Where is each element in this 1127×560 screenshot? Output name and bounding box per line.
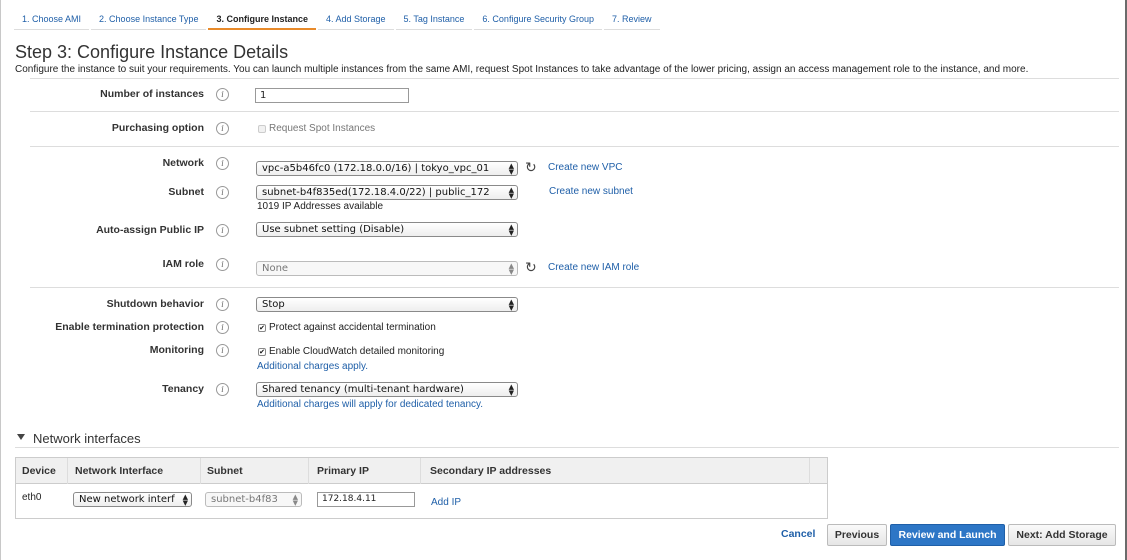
termination-protection-label: Enable termination protection bbox=[55, 321, 204, 333]
column-header-primary-ip: Primary IP bbox=[311, 458, 421, 484]
network-select-value: vpc-a5b46fc0 (172.18.0.0/16) | tokyo_vpc… bbox=[262, 163, 490, 174]
divider bbox=[30, 78, 1119, 79]
network-label: Network bbox=[162, 157, 204, 169]
public-ip-label: Auto-assign Public IP bbox=[96, 224, 204, 236]
monitoring-label: Monitoring bbox=[149, 344, 204, 356]
collapse-triangle-icon[interactable] bbox=[17, 434, 25, 440]
public-ip-select[interactable]: Use subnet setting (Disable) ▲ ▼ bbox=[256, 222, 518, 237]
table-header: Device Network Interface Subnet Primary … bbox=[16, 458, 827, 484]
primary-ip-input[interactable]: 172.18.4.11 bbox=[317, 492, 415, 507]
network-interface-select[interactable]: New network interf ▲ ▼ bbox=[73, 492, 192, 507]
create-vpc-link[interactable]: Create new VPC bbox=[548, 162, 622, 173]
review-and-launch-button[interactable]: Review and Launch bbox=[890, 524, 1005, 546]
page-title: Step 3: Configure Instance Details bbox=[15, 42, 289, 62]
public-ip-select-value: Use subnet setting (Disable) bbox=[262, 224, 405, 235]
tab-add-storage[interactable]: 4. Add Storage bbox=[317, 8, 394, 30]
info-icon[interactable]: i bbox=[216, 157, 229, 170]
refresh-icon[interactable]: ↻ bbox=[525, 260, 537, 274]
cancel-button[interactable]: Cancel bbox=[781, 528, 815, 540]
select-arrows-icon: ▲ ▼ bbox=[508, 185, 514, 200]
info-icon[interactable]: i bbox=[216, 383, 229, 396]
create-iam-role-link[interactable]: Create new IAM role bbox=[548, 262, 639, 273]
info-icon[interactable]: i bbox=[216, 88, 229, 101]
divider bbox=[30, 111, 1119, 112]
spot-instances-label: Request Spot Instances bbox=[269, 123, 376, 134]
select-arrows-icon: ▲ ▼ bbox=[508, 161, 514, 176]
select-arrows-icon: ▲ ▼ bbox=[508, 261, 514, 276]
network-interfaces-heading[interactable]: Network interfaces bbox=[33, 431, 141, 446]
next-add-storage-button[interactable]: Next: Add Storage bbox=[1008, 524, 1116, 546]
subnet-select[interactable]: subnet-b4f835ed(172.18.4.0/22) | public_… bbox=[256, 185, 518, 200]
info-icon[interactable]: i bbox=[216, 186, 229, 199]
info-icon[interactable]: i bbox=[216, 298, 229, 311]
info-icon[interactable]: i bbox=[216, 258, 229, 271]
divider bbox=[15, 447, 1119, 448]
select-arrows-icon: ▲ ▼ bbox=[508, 222, 514, 237]
num-instances-label: Number of instances bbox=[100, 88, 204, 100]
subnet-cell-value: subnet-b4f83 bbox=[211, 494, 278, 505]
window-left-edge bbox=[0, 0, 1, 560]
info-icon[interactable]: i bbox=[216, 344, 229, 357]
monitoring-charges-link[interactable]: Additional charges apply. bbox=[257, 361, 368, 372]
add-ip-link[interactable]: Add IP bbox=[431, 497, 461, 508]
column-header-secondary-ip: Secondary IP addresses bbox=[424, 458, 810, 484]
tab-configure-security-group[interactable]: 6. Configure Security Group bbox=[474, 8, 602, 30]
column-header-subnet: Subnet bbox=[201, 458, 309, 484]
purchasing-option-label: Purchasing option bbox=[111, 122, 204, 134]
tab-tag-instance[interactable]: 5. Tag Instance bbox=[395, 8, 473, 30]
info-icon[interactable]: i bbox=[216, 224, 229, 237]
network-interfaces-table: Device Network Interface Subnet Primary … bbox=[15, 457, 828, 519]
refresh-icon[interactable]: ↻ bbox=[525, 160, 537, 174]
subnet-cell-select[interactable]: subnet-b4f83 ▲ ▼ bbox=[205, 492, 302, 507]
num-instances-input[interactable]: 1 bbox=[255, 88, 409, 103]
tenancy-select-value: Shared tenancy (multi-tenant hardware) bbox=[262, 384, 464, 395]
monitoring-checkbox[interactable]: ✔ bbox=[258, 348, 266, 356]
termination-protection-text: Protect against accidental termination bbox=[269, 322, 436, 333]
column-header-device: Device bbox=[16, 458, 68, 484]
spot-instances-checkbox[interactable] bbox=[258, 125, 266, 133]
wizard-tabs: 1. Choose AMI 2. Choose Instance Type 3.… bbox=[14, 8, 662, 30]
tab-configure-instance[interactable]: 3. Configure Instance bbox=[208, 8, 316, 30]
divider bbox=[30, 146, 1119, 147]
shutdown-behavior-label: Shutdown behavior bbox=[106, 298, 204, 310]
network-interface-value: New network interf bbox=[79, 494, 175, 505]
iam-role-select-value: None bbox=[262, 263, 289, 274]
subnet-select-value: subnet-b4f835ed(172.18.4.0/22) | public_… bbox=[262, 187, 490, 198]
tenancy-select[interactable]: Shared tenancy (multi-tenant hardware) ▲… bbox=[256, 382, 518, 397]
select-arrows-icon: ▲ ▼ bbox=[292, 492, 298, 507]
termination-protection-checkbox[interactable]: ✔ bbox=[258, 324, 266, 332]
iam-role-select[interactable]: None ▲ ▼ bbox=[256, 261, 518, 276]
device-cell: eth0 bbox=[22, 492, 42, 503]
tenancy-charges-link[interactable]: Additional charges will apply for dedica… bbox=[257, 399, 483, 410]
select-arrows-icon: ▲ ▼ bbox=[182, 492, 188, 507]
network-select[interactable]: vpc-a5b46fc0 (172.18.0.0/16) | tokyo_vpc… bbox=[256, 161, 518, 176]
shutdown-behavior-select[interactable]: Stop ▲ ▼ bbox=[256, 297, 518, 312]
divider bbox=[30, 287, 1119, 288]
monitoring-text: Enable CloudWatch detailed monitoring bbox=[269, 346, 445, 357]
info-icon[interactable]: i bbox=[216, 122, 229, 135]
tab-choose-instance-type[interactable]: 2. Choose Instance Type bbox=[91, 8, 207, 30]
info-icon[interactable]: i bbox=[216, 321, 229, 334]
subnet-label: Subnet bbox=[168, 186, 204, 198]
select-arrows-icon: ▲ ▼ bbox=[508, 297, 514, 312]
column-header-network-interface: Network Interface bbox=[69, 458, 201, 484]
tab-choose-ami[interactable]: 1. Choose AMI bbox=[14, 8, 90, 30]
page-description: Configure the instance to suit your requ… bbox=[15, 64, 1029, 75]
tab-review[interactable]: 7. Review bbox=[603, 8, 660, 30]
subnet-available-ips: 1019 IP Addresses available bbox=[257, 201, 384, 212]
shutdown-behavior-value: Stop bbox=[262, 299, 285, 310]
tenancy-label: Tenancy bbox=[162, 383, 204, 395]
select-arrows-icon: ▲ ▼ bbox=[508, 382, 514, 397]
create-subnet-link[interactable]: Create new subnet bbox=[549, 186, 633, 197]
iam-role-label: IAM role bbox=[162, 258, 204, 270]
previous-button[interactable]: Previous bbox=[827, 524, 887, 546]
